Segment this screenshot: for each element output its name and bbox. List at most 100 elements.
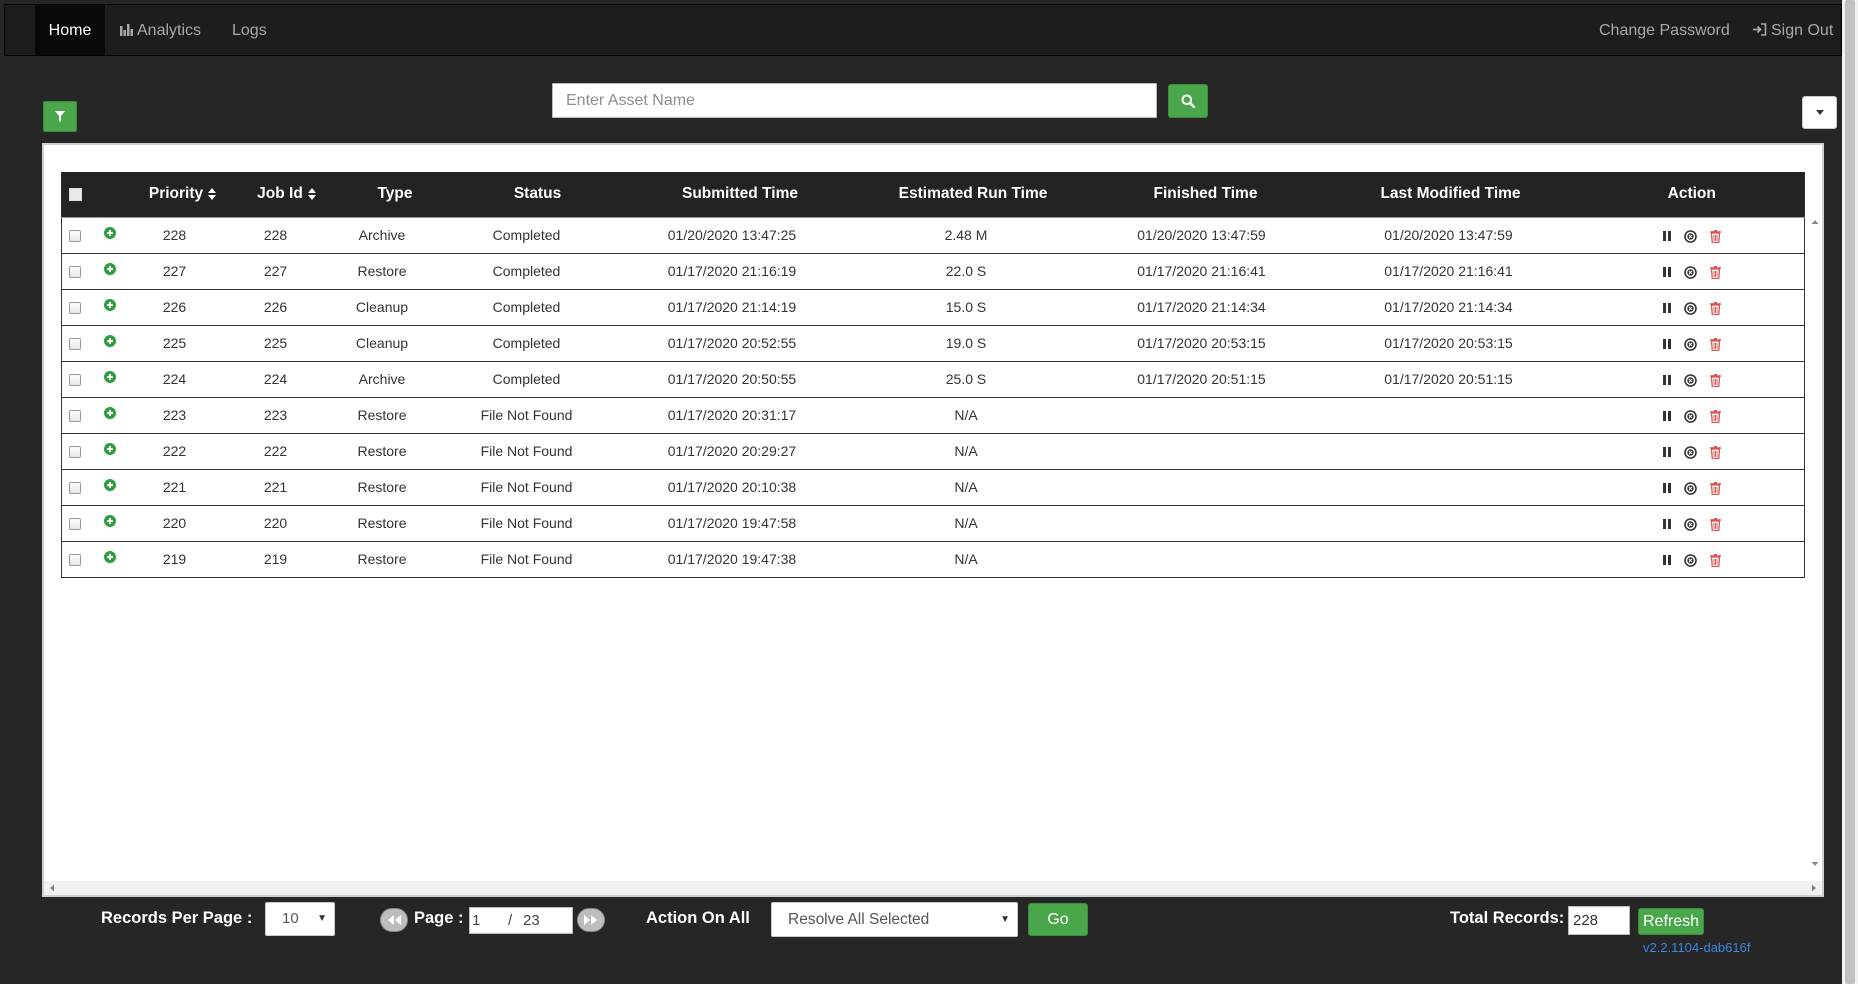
nav-home[interactable]: Home (35, 5, 105, 55)
status-cell: Completed (492, 227, 561, 243)
sign-out-link[interactable]: Sign Out (1753, 5, 1833, 55)
submitted-time-cell: 01/17/2020 19:47:38 (667, 551, 797, 567)
version-label: v2.2.1104-dab616f (1643, 940, 1751, 955)
finished-time-cell: 01/17/2020 21:14:34 (1137, 299, 1266, 315)
plus-circle-icon[interactable] (103, 227, 116, 240)
plus-circle-icon[interactable] (103, 479, 116, 492)
row-checkbox[interactable] (69, 302, 82, 315)
plus-circle-icon[interactable] (103, 299, 116, 312)
total-pages-value: 23 (523, 912, 540, 929)
cancel-circle-icon[interactable] (1683, 373, 1697, 387)
cancel-circle-icon[interactable] (1683, 445, 1697, 459)
table-row: 226 226 Cleanup Completed 01/17/2020 21:14:1… (61, 289, 1805, 325)
row-checkbox[interactable] (69, 410, 82, 423)
trash-icon[interactable] (1709, 301, 1721, 315)
go-button[interactable]: Go (1028, 903, 1088, 936)
estimated-run-time-cell: N/A (954, 515, 978, 531)
caret-down-icon: ▼ (317, 913, 327, 924)
pause-icon[interactable] (1662, 411, 1671, 422)
plus-circle-icon[interactable] (103, 551, 116, 564)
pause-icon[interactable] (1662, 375, 1671, 386)
cancel-circle-icon[interactable] (1683, 337, 1697, 351)
job-id-cell: 221 (263, 479, 288, 495)
row-checkbox[interactable] (69, 482, 82, 495)
submitted-time-cell: 01/17/2020 20:10:38 (667, 479, 797, 495)
job-id-cell: 226 (263, 299, 288, 315)
priority-header[interactable]: Priority (131, 172, 235, 217)
trash-icon[interactable] (1709, 409, 1721, 423)
vertical-scrollbar[interactable] (1808, 213, 1822, 873)
row-checkbox[interactable] (69, 518, 82, 531)
filter-button[interactable] (43, 101, 77, 132)
page-separator: / (508, 912, 513, 929)
asset-search-input[interactable] (552, 83, 1157, 118)
table-row: 220 220 Restore File Not Found 01/17/2020 19… (61, 505, 1805, 541)
search-button[interactable] (1168, 84, 1208, 118)
priority-cell: 221 (162, 479, 187, 495)
fast-forward-icon (584, 915, 597, 925)
trash-icon[interactable] (1709, 481, 1721, 495)
table-row: 224 224 Archive Completed 01/17/2020 20:50:5… (61, 361, 1805, 397)
cancel-circle-icon[interactable] (1683, 301, 1697, 315)
pause-icon[interactable] (1662, 483, 1671, 494)
plus-circle-icon[interactable] (103, 443, 116, 456)
table-row: 223 223 Restore File Not Found 01/17/2020 20… (61, 397, 1805, 433)
trash-icon[interactable] (1709, 337, 1721, 351)
row-checkbox[interactable] (69, 374, 82, 387)
next-page-button[interactable] (577, 908, 605, 932)
nav-analytics[interactable]: Analytics (120, 5, 201, 55)
select-all-checkbox[interactable] (68, 187, 82, 201)
filter-icon (55, 111, 65, 122)
last-modified-time-cell (1320, 433, 1578, 469)
trash-icon[interactable] (1709, 373, 1721, 387)
pause-icon[interactable] (1662, 339, 1671, 350)
trash-icon[interactable] (1709, 265, 1721, 279)
status-cell: File Not Found (480, 551, 573, 567)
row-checkbox[interactable] (69, 230, 82, 243)
finished-time-cell: 01/20/2020 13:47:59 (1137, 227, 1266, 243)
job-id-header[interactable]: Job Id (235, 172, 339, 217)
trash-icon[interactable] (1709, 229, 1721, 243)
bulk-action-select[interactable]: Resolve All Selected ▼ (771, 902, 1018, 937)
row-checkbox[interactable] (69, 266, 82, 279)
priority-cell: 223 (162, 407, 187, 423)
pause-icon[interactable] (1662, 303, 1671, 314)
plus-circle-icon[interactable] (103, 335, 116, 348)
cancel-circle-icon[interactable] (1683, 553, 1697, 567)
trash-icon[interactable] (1709, 553, 1721, 567)
plus-circle-icon[interactable] (103, 515, 116, 528)
plus-circle-icon[interactable] (103, 263, 116, 276)
cancel-circle-icon[interactable] (1683, 517, 1697, 531)
cancel-circle-icon[interactable] (1683, 229, 1697, 243)
trash-icon[interactable] (1709, 517, 1721, 531)
priority-cell: 222 (162, 443, 187, 459)
pause-icon[interactable] (1662, 267, 1671, 278)
plus-circle-icon[interactable] (103, 407, 116, 420)
change-password-link[interactable]: Change Password (1599, 5, 1730, 55)
pause-icon[interactable] (1662, 231, 1671, 242)
pause-icon[interactable] (1662, 555, 1671, 566)
previous-page-button[interactable] (380, 908, 408, 932)
plus-circle-icon[interactable] (103, 371, 116, 384)
nav-logs[interactable]: Logs (232, 5, 267, 55)
pause-icon[interactable] (1662, 447, 1671, 458)
row-checkbox[interactable] (69, 554, 82, 567)
row-checkbox[interactable] (69, 446, 82, 459)
pause-icon[interactable] (1662, 519, 1671, 530)
page-scrollbar[interactable] (1842, 0, 1858, 984)
page-number-input[interactable]: 1 / 23 (469, 907, 573, 934)
cancel-circle-icon[interactable] (1683, 481, 1697, 495)
priority-cell: 225 (162, 335, 187, 351)
trash-icon[interactable] (1709, 445, 1721, 459)
submitted-time-cell: 01/17/2020 21:14:19 (667, 299, 797, 315)
priority-cell: 219 (162, 551, 187, 567)
horizontal-scrollbar[interactable] (44, 881, 1822, 895)
status-cell: Completed (492, 335, 561, 351)
records-per-page-select[interactable]: 10 ▼ (265, 902, 335, 936)
refresh-button[interactable]: Refresh (1638, 908, 1704, 935)
options-dropdown-button[interactable] (1802, 96, 1837, 129)
cancel-circle-icon[interactable] (1683, 409, 1697, 423)
cancel-circle-icon[interactable] (1683, 265, 1697, 279)
row-checkbox[interactable] (69, 338, 82, 351)
action-header: Action (1667, 185, 1716, 203)
